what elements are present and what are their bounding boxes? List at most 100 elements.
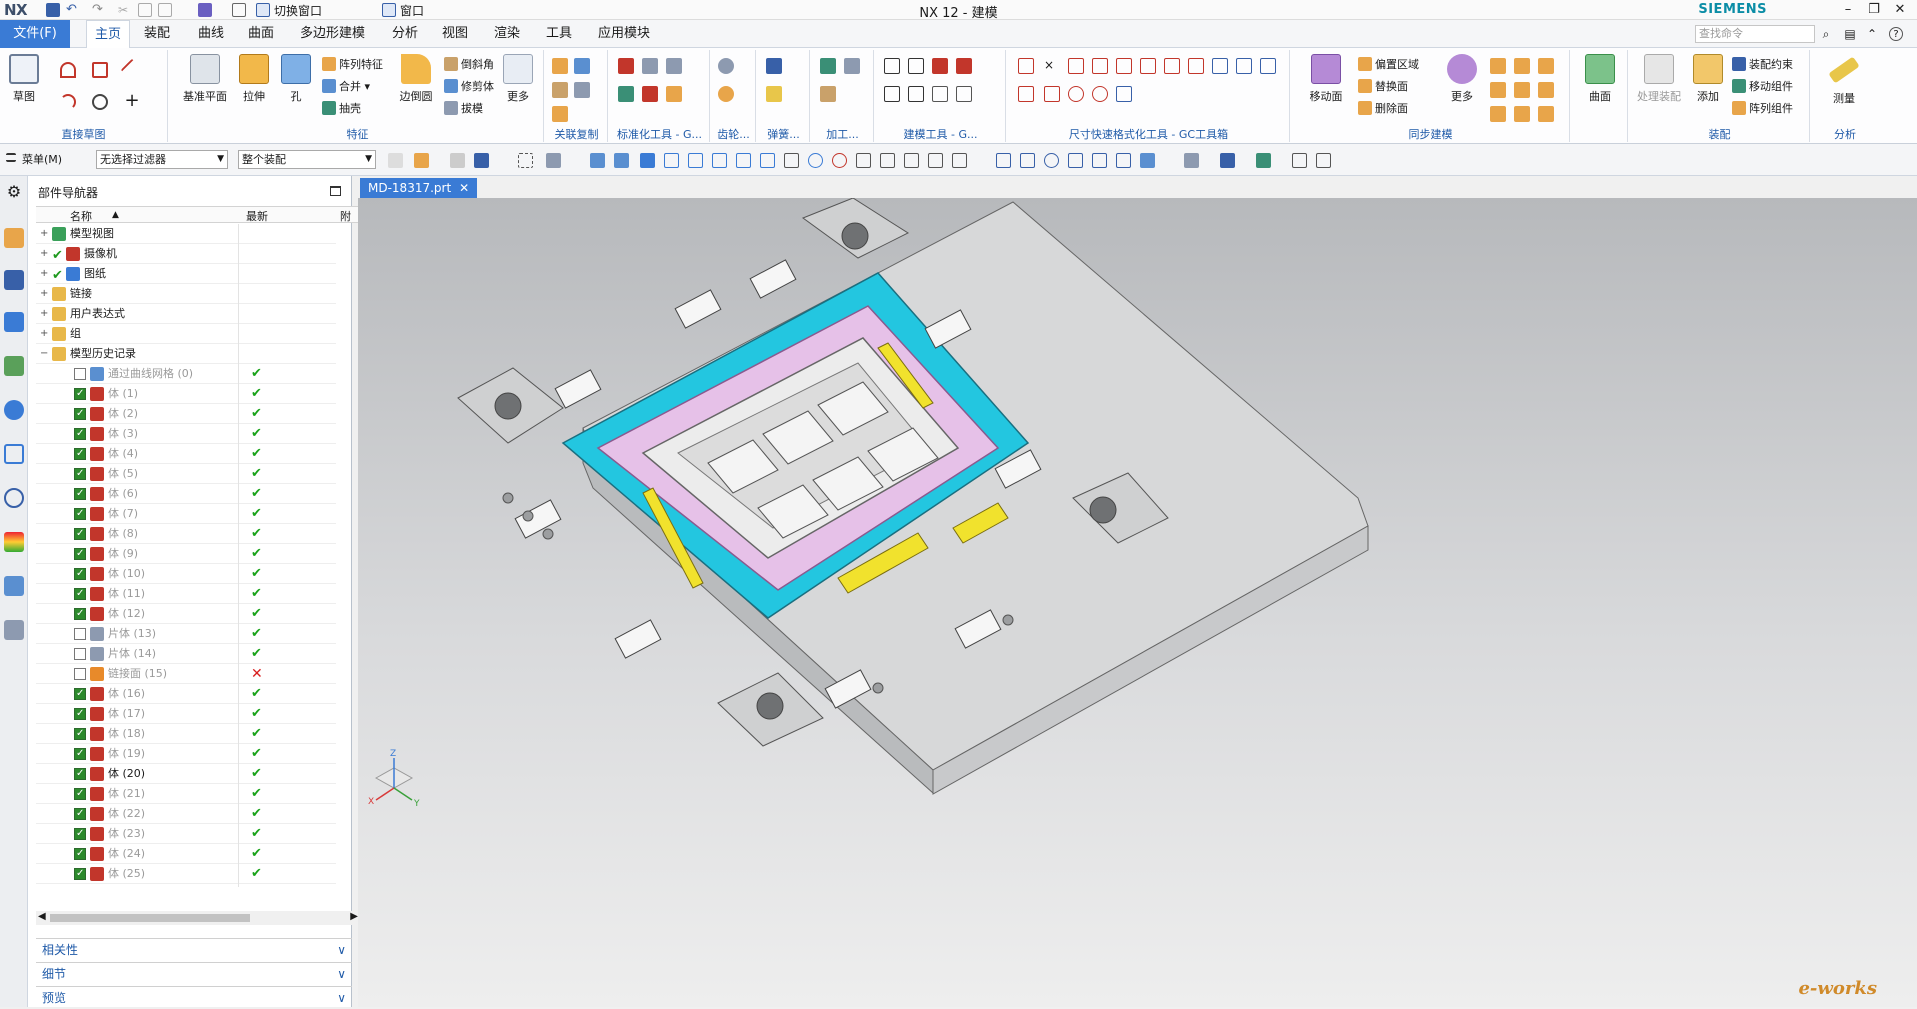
scroll-left-icon[interactable]: ◀: [38, 911, 46, 922]
tab-render[interactable]: 渲染: [486, 20, 528, 48]
machining-icon-2[interactable]: [844, 58, 860, 74]
visibility-checkbox[interactable]: [74, 704, 86, 724]
snap-icon-11[interactable]: [880, 153, 895, 168]
spring-icon[interactable]: [766, 58, 782, 74]
gear-icon-2[interactable]: [718, 86, 734, 102]
offset-surface-icon[interactable]: [552, 106, 568, 122]
visibility-checkbox[interactable]: [74, 804, 86, 824]
visibility-checkbox[interactable]: [74, 864, 86, 884]
tree-row[interactable]: 体 (23) ✔: [36, 824, 336, 844]
settings-gear-icon[interactable]: ⚙: [4, 182, 24, 202]
point-icon[interactable]: +: [124, 92, 140, 110]
visibility-checkbox[interactable]: [74, 684, 86, 704]
replace-face-button[interactable]: 替换面: [1358, 78, 1408, 96]
visibility-checkbox[interactable]: [74, 464, 86, 484]
part-file-tab[interactable]: MD-18317.prt ✕: [360, 178, 478, 198]
file-menu-button[interactable]: 文件(F): [0, 20, 70, 48]
visibility-checkbox[interactable]: [74, 504, 86, 524]
column-header-name[interactable]: 名称: [70, 208, 92, 224]
snap-icon-13[interactable]: [928, 153, 943, 168]
visibility-check-icon[interactable]: ✔: [52, 266, 63, 286]
sync-tool-icon-9[interactable]: [1538, 106, 1554, 122]
tab-view[interactable]: 视图: [434, 20, 476, 48]
visibility-checkbox[interactable]: [74, 564, 86, 584]
tab-analysis[interactable]: 分析: [384, 20, 426, 48]
tree-row[interactable]: 片体 (13) ✔: [36, 624, 336, 644]
view-icon-1[interactable]: [996, 153, 1011, 168]
move-face-button[interactable]: 移动面: [1302, 54, 1350, 118]
bolt-icon[interactable]: [642, 58, 658, 74]
tree-row[interactable]: + 用户表达式: [36, 304, 336, 324]
standard-part-icon[interactable]: [618, 58, 634, 74]
scale-icon[interactable]: [908, 86, 924, 102]
close-tab-icon[interactable]: ✕: [459, 181, 469, 195]
tree-row[interactable]: 体 (17) ✔: [36, 704, 336, 724]
sync-tool-icon-3[interactable]: [1538, 58, 1554, 74]
visibility-checkbox[interactable]: [74, 784, 86, 804]
tree-row[interactable]: 体 (7) ✔: [36, 504, 336, 524]
list-icon[interactable]: [884, 86, 900, 102]
horizontal-scrollbar[interactable]: ◀ ▶: [36, 911, 360, 925]
view-icon-2[interactable]: [1020, 153, 1035, 168]
tree-row[interactable]: 体 (5) ✔: [36, 464, 336, 484]
shell-button[interactable]: 抽壳: [322, 100, 361, 118]
rotate-icon[interactable]: [1044, 153, 1059, 168]
dimension-tool-icon-13[interactable]: [1044, 86, 1060, 102]
sync-tool-icon-2[interactable]: [1514, 58, 1530, 74]
measure-button[interactable]: 测量: [1824, 54, 1864, 118]
restore-icon[interactable]: ❐: [1861, 0, 1887, 20]
search-icon[interactable]: ⌕: [1819, 27, 1833, 41]
dimension-tool-icon-9[interactable]: [1212, 58, 1228, 74]
pattern-component-button[interactable]: 阵列组件: [1732, 100, 1793, 118]
visibility-checkbox[interactable]: [74, 444, 86, 464]
tree-row[interactable]: 体 (12) ✔: [36, 604, 336, 624]
sketch-button[interactable]: 草图: [4, 54, 44, 118]
tree-row[interactable]: 片体 (14) ✔: [36, 644, 336, 664]
dimension-tool-icon-7[interactable]: [1164, 58, 1180, 74]
dimension-tool-icon-2[interactable]: ×: [1044, 58, 1060, 74]
snap-icon-12[interactable]: [904, 153, 919, 168]
mirror-feature-icon[interactable]: [574, 58, 590, 74]
view-icon-3[interactable]: [1068, 153, 1083, 168]
dimension-tool-icon-4[interactable]: [1092, 58, 1108, 74]
filter-icon-4[interactable]: [474, 153, 489, 168]
process-assembly-button[interactable]: 处理装配: [1634, 54, 1684, 118]
expand-toggle-icon[interactable]: +: [40, 264, 50, 284]
tree-row[interactable]: + 组: [36, 324, 336, 344]
graphics-window[interactable]: Z X Y e-works: [358, 198, 1917, 1007]
filter-icon-3[interactable]: [450, 153, 465, 168]
tree-row[interactable]: 体 (4) ✔: [36, 444, 336, 464]
tolerance-icon[interactable]: [932, 86, 948, 102]
tree-row[interactable]: + ✔ 摄像机: [36, 244, 336, 264]
maximize-icon[interactable]: [330, 186, 341, 196]
visibility-checkbox[interactable]: [74, 604, 86, 624]
trim-body-button[interactable]: 修剪体: [444, 78, 494, 96]
visibility-checkbox[interactable]: [74, 744, 86, 764]
offset-region-button[interactable]: 偏置区域: [1358, 56, 1419, 74]
tree-row[interactable]: − 模型历史记录: [36, 344, 336, 364]
tree-row[interactable]: 体 (6) ✔: [36, 484, 336, 504]
tree-row[interactable]: 体 (26) ✔: [36, 884, 336, 887]
snap-icon-2[interactable]: [664, 153, 679, 168]
datum-plane-button[interactable]: 基准平面: [182, 54, 228, 118]
hd3d-tools-icon[interactable]: [4, 400, 24, 420]
rectangle-icon[interactable]: [92, 62, 108, 78]
visibility-checkbox[interactable]: [74, 824, 86, 844]
expand-toggle-icon[interactable]: +: [40, 284, 50, 304]
sync-tool-icon-1[interactable]: [1490, 58, 1506, 74]
line-icon[interactable]: [120, 58, 144, 82]
visibility-checkbox[interactable]: [74, 368, 86, 380]
tree-row[interactable]: 体 (19) ✔: [36, 744, 336, 764]
dimension-tool-icon-3[interactable]: [1068, 58, 1084, 74]
visibility-checkbox[interactable]: [74, 524, 86, 544]
washer-icon[interactable]: [666, 86, 682, 102]
filter-icon-7[interactable]: [590, 153, 605, 168]
tree-row[interactable]: 体 (8) ✔: [36, 524, 336, 544]
snap-icon-1[interactable]: [640, 153, 655, 168]
tree-row[interactable]: 体 (9) ✔: [36, 544, 336, 564]
view-icon-9[interactable]: [1256, 153, 1271, 168]
filter-icon-8[interactable]: [614, 153, 629, 168]
expand-toggle-icon[interactable]: −: [40, 344, 50, 364]
visibility-checkbox[interactable]: [74, 668, 86, 680]
view-icon-5[interactable]: [1116, 153, 1131, 168]
